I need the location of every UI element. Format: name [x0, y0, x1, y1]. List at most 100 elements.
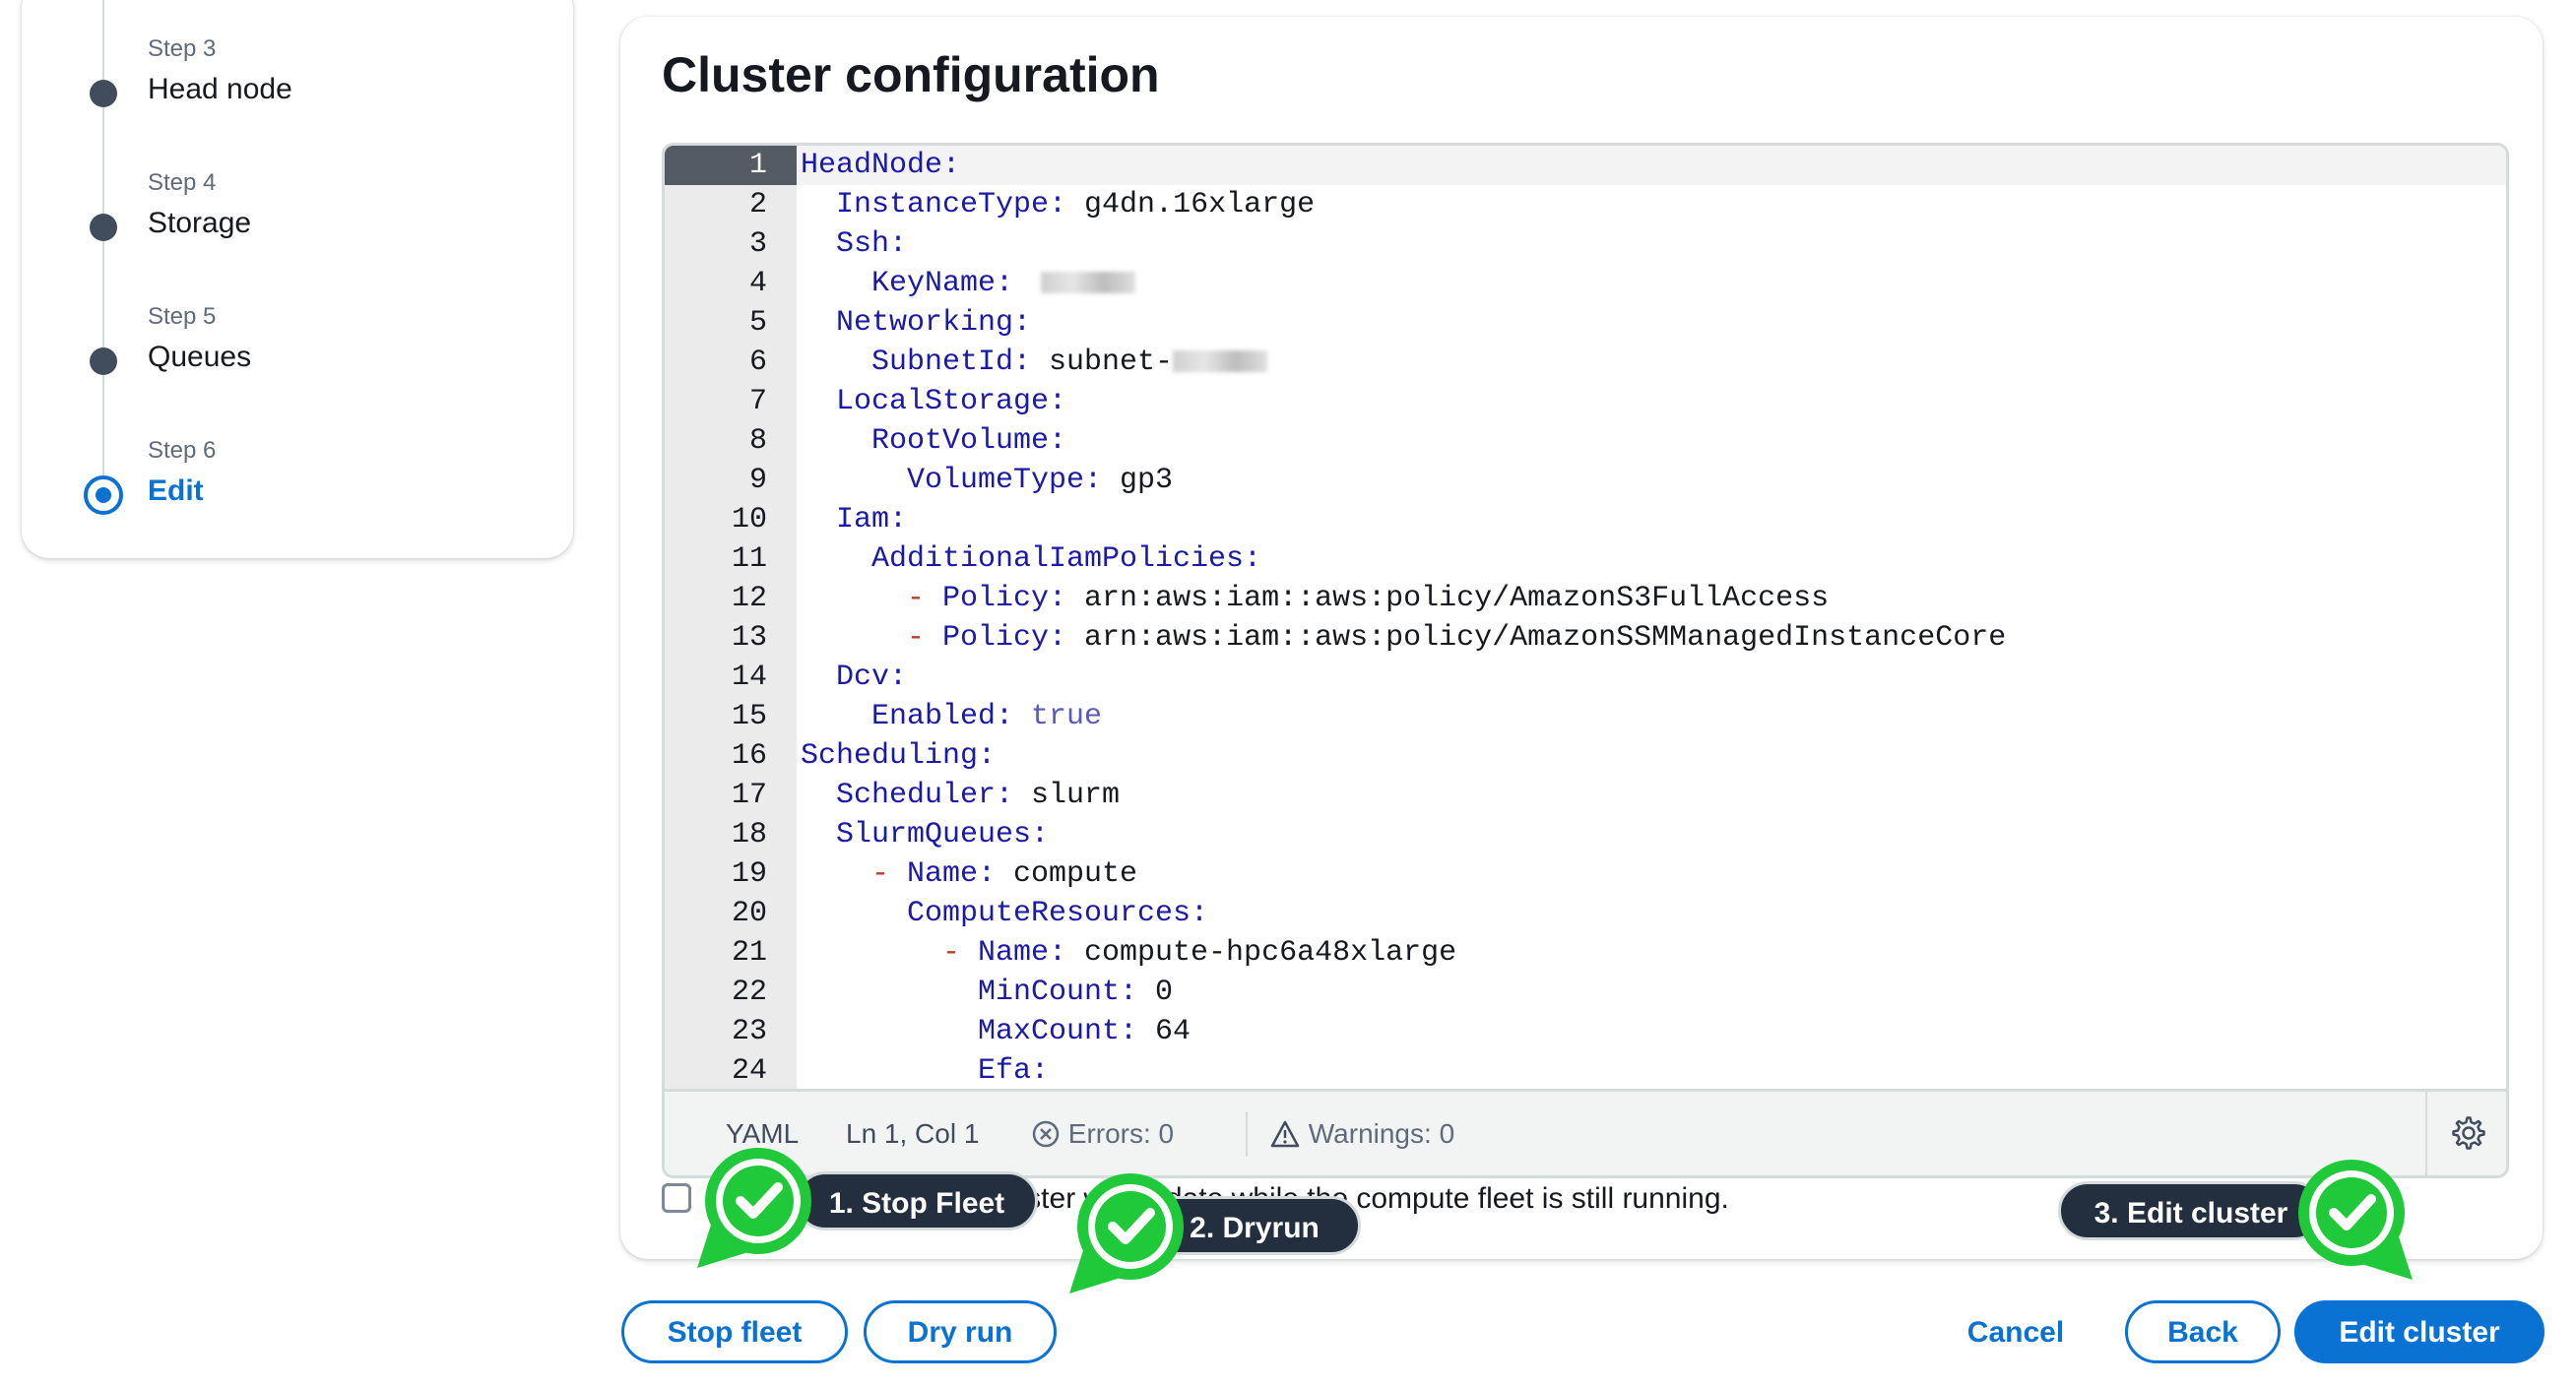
code-line[interactable]: 19 - Name: compute — [665, 854, 2506, 894]
line-number: 15 — [731, 700, 767, 733]
code-line[interactable]: 22 MinCount: 0 — [665, 973, 2506, 1012]
yaml-text: MaxCount: 64 — [978, 1012, 1191, 1051]
line-content: - Policy: arn:aws:iam::aws:policy/Amazon… — [797, 579, 2506, 618]
code-line[interactable]: 15 Enabled: true — [665, 697, 2506, 736]
line-number: 4 — [748, 267, 767, 300]
code-line[interactable]: 7 LocalStorage: — [665, 382, 2506, 421]
code-line[interactable]: 18 SlurmQueues: — [665, 815, 2506, 854]
yaml-text: SubnetId: subnet- — [871, 343, 1268, 382]
line-number: 16 — [731, 739, 767, 773]
dry-run-button[interactable]: Dry run — [864, 1300, 1057, 1363]
circle-x-icon — [1032, 1120, 1060, 1148]
step-dot-icon — [90, 80, 117, 107]
line-content: Dcv: — [797, 658, 2506, 697]
code-line[interactable]: 14 Dcv: — [665, 658, 2506, 697]
code-line[interactable]: 23 MaxCount: 64 — [665, 1012, 2506, 1051]
line-content: - Policy: arn:aws:iam::aws:policy/Amazon… — [797, 618, 2506, 658]
yaml-key: Iam: — [836, 503, 908, 536]
line-content: MinCount: 0 — [797, 973, 2506, 1012]
code-line[interactable]: 11 AdditionalIamPolicies: — [665, 539, 2506, 579]
stop-fleet-button[interactable]: Stop fleet — [621, 1300, 848, 1363]
code-line[interactable]: 3 Ssh: — [665, 224, 2506, 264]
yaml-key: VolumeType: — [907, 464, 1103, 497]
yaml-text: Enabled: true — [871, 697, 1102, 736]
yaml-value: gp3 — [1102, 464, 1174, 497]
code-line[interactable]: 8 RootVolume: — [665, 421, 2506, 461]
green-check-badge-icon — [2298, 1160, 2413, 1280]
yaml-key: Scheduler: — [836, 779, 1014, 812]
warnings-count[interactable]: Warnings: 0 — [1269, 1092, 1454, 1175]
code-area[interactable]: 1 HeadNode: 2 InstanceType: g4dn.16xlarge 3 S… — [665, 146, 2506, 1089]
gear-icon — [2452, 1116, 2485, 1150]
yaml-text: MinCount: 0 — [978, 973, 1173, 1012]
list-dash: - — [907, 621, 943, 655]
line-number: 20 — [731, 897, 767, 930]
yaml-text: InstanceType: g4dn.16xlarge — [836, 185, 1315, 224]
line-content: SlurmQueues: — [797, 815, 2506, 854]
back-button[interactable]: Back — [2125, 1300, 2281, 1363]
yaml-key: KeyName: — [871, 267, 1014, 300]
line-content: - Name: compute-hpc6a48xlarge — [797, 933, 2506, 973]
yaml-text: SlurmQueues: — [836, 815, 1049, 854]
code-line[interactable]: 6 SubnetId: subnet- — [665, 343, 2506, 382]
editor-status-bar: YAML Ln 1, Col 1 Errors: 0 Warnings: 0 — [665, 1089, 2506, 1175]
code-line[interactable]: 4 KeyName: — [665, 264, 2506, 303]
yaml-text: Scheduling: — [801, 736, 996, 776]
yaml-value: slurm — [1013, 779, 1121, 812]
nav-step-edit[interactable]: Step 6 Edit — [22, 437, 573, 526]
code-line[interactable]: 12 - Policy: arn:aws:iam::aws:policy/Amaz… — [665, 579, 2506, 618]
yaml-text: VolumeType: gp3 — [907, 461, 1173, 500]
line-content: - Name: compute — [797, 854, 2506, 894]
code-line[interactable]: 17 Scheduler: slurm — [665, 776, 2506, 815]
cancel-button[interactable]: Cancel — [1946, 1300, 2086, 1363]
code-line[interactable]: 9 VolumeType: gp3 — [665, 461, 2506, 500]
line-number: 24 — [731, 1054, 767, 1088]
green-check-badge-icon — [697, 1148, 811, 1268]
line-number: 7 — [748, 385, 767, 418]
list-dash: - — [871, 857, 908, 891]
line-content: LocalStorage: — [797, 382, 2506, 421]
editor-settings-button[interactable] — [2425, 1092, 2506, 1175]
errors-count[interactable]: Errors: 0 — [1031, 1092, 1174, 1175]
code-line[interactable]: 24 Efa: — [665, 1051, 2506, 1089]
code-line[interactable]: 2 InstanceType: g4dn.16xlarge — [665, 185, 2506, 224]
yaml-text: Networking: — [836, 303, 1031, 343]
yaml-key: AdditionalIamPolicies: — [871, 542, 1262, 576]
yaml-text: - Policy: arn:aws:iam::aws:policy/Amazon… — [907, 579, 1829, 618]
errors-text: Errors: 0 — [1067, 1118, 1175, 1149]
yaml-code-editor[interactable]: 1 HeadNode: 2 InstanceType: g4dn.16xlarge 3 S… — [662, 143, 2509, 1178]
line-content: Ssh: — [797, 224, 2506, 264]
nav-step-queues[interactable]: Step 5 Queues — [22, 303, 573, 392]
step-title: Storage — [148, 207, 252, 239]
yaml-text: Iam: — [836, 500, 907, 539]
line-number: 10 — [731, 503, 767, 536]
edit-cluster-button[interactable]: Edit cluster — [2294, 1300, 2544, 1363]
code-line[interactable]: 10 Iam: — [665, 500, 2506, 539]
nav-step-head-node[interactable]: Step 3 Head node — [22, 35, 573, 124]
yaml-text: Dcv: — [836, 658, 907, 697]
code-line[interactable]: 13 - Policy: arn:aws:iam::aws:policy/Amaz… — [665, 618, 2506, 658]
wizard-steps-nav: Step 3 Head node Step 4 Storage Step 5 Q… — [22, 0, 573, 558]
yaml-key: Enabled: — [871, 700, 1014, 733]
yaml-key: LocalStorage: — [836, 385, 1067, 418]
code-line[interactable]: 16 Scheduling: — [665, 736, 2506, 776]
code-line[interactable]: 1 HeadNode: — [665, 146, 2506, 185]
line-number: 5 — [748, 306, 767, 340]
yaml-value: subnet- — [1031, 346, 1174, 379]
line-content: InstanceType: g4dn.16xlarge — [797, 185, 2506, 224]
code-line[interactable]: 5 Networking: — [665, 303, 2506, 343]
code-line[interactable]: 20 ComputeResources: — [665, 894, 2506, 933]
line-number: 12 — [731, 582, 767, 615]
green-check-badge-icon — [1069, 1173, 1184, 1293]
page-title: Cluster configuration — [662, 47, 1160, 102]
yaml-text: - Name: compute-hpc6a48xlarge — [942, 933, 1456, 973]
list-dash: - — [907, 582, 943, 615]
yaml-value: g4dn.16xlarge — [1066, 188, 1316, 221]
line-number: 13 — [731, 621, 767, 655]
step-title: Queues — [148, 341, 252, 373]
nav-step-storage[interactable]: Step 4 Storage — [22, 169, 573, 258]
code-line[interactable]: 21 - Name: compute-hpc6a48xlarge — [665, 933, 2506, 973]
redacted-value — [1041, 272, 1136, 294]
line-content: Iam: — [797, 500, 2506, 539]
yaml-key: Name: — [978, 936, 1067, 970]
